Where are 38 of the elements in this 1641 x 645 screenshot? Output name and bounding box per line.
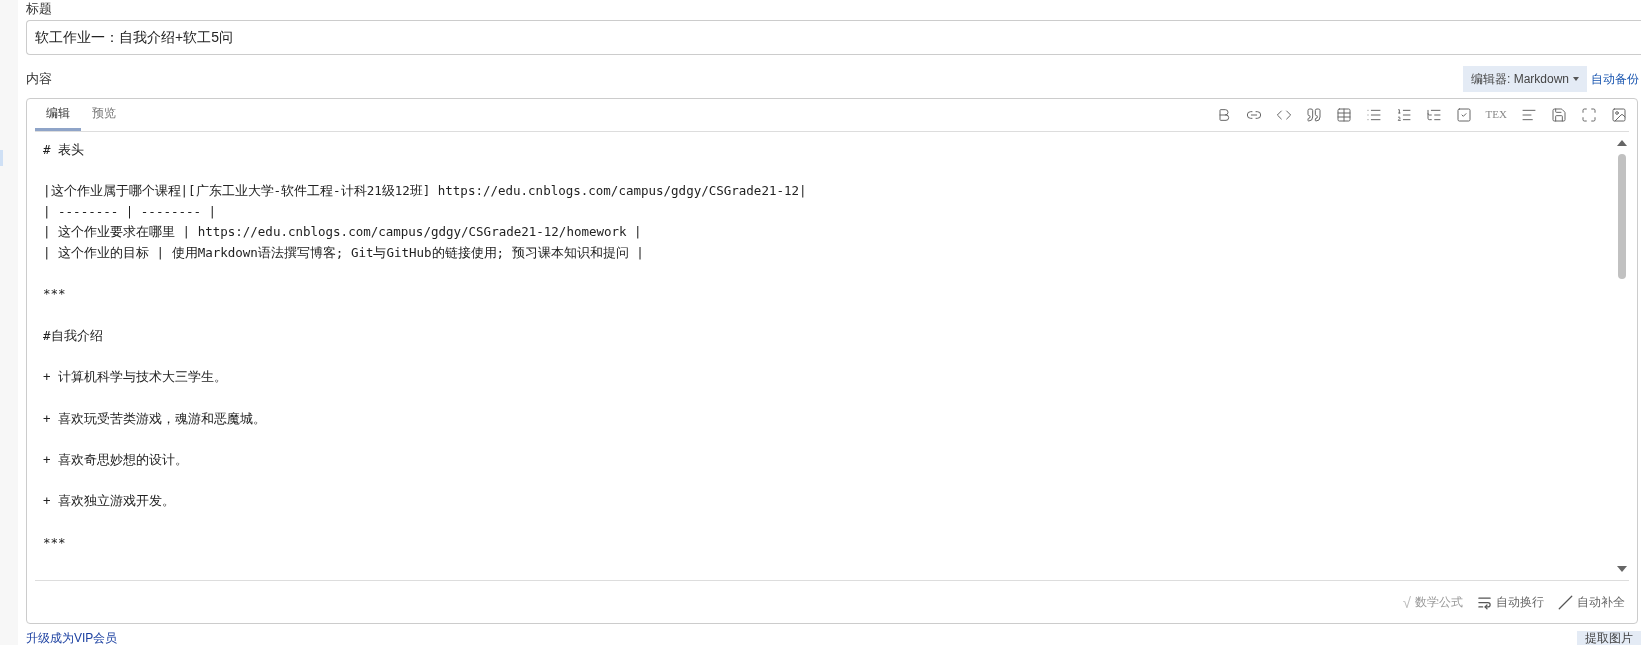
code-line: | -------- | -------- | bbox=[43, 202, 218, 221]
tex-button[interactable]: TEX bbox=[1485, 106, 1507, 123]
code-line: | 这个作业的目标 | 使用Markdown语法撰写博客; Git与GitHub的链接使用; 预习课本知识和提问 | bbox=[43, 244, 645, 263]
editor-tab[interactable]: 预览 bbox=[81, 98, 127, 131]
editor-option-toggle[interactable]: 自动补全 bbox=[1558, 593, 1625, 611]
square-root-icon: √ bbox=[1402, 594, 1411, 610]
code-line: *** bbox=[43, 285, 67, 304]
editor-option-toggle[interactable]: 自动换行 bbox=[1477, 593, 1544, 611]
code-line: + 喜欢独立游戏开发。 bbox=[43, 492, 177, 511]
checkbox-icon[interactable] bbox=[1455, 106, 1472, 123]
scroll-up-icon[interactable] bbox=[1617, 139, 1627, 146]
scrollbar-thumb[interactable] bbox=[1618, 153, 1626, 279]
code-line: |这个作业属于哪个课程|[广东工业大学-软件工程-计科21级12班] https://edu.cnblogs.com/campus/gdgy/CSGrade21-12| bbox=[43, 182, 808, 200]
crossed-out-icon bbox=[1558, 594, 1573, 610]
editor-dropdown[interactable]: 编辑器: Markdown bbox=[1462, 66, 1587, 93]
image-icon[interactable] bbox=[1611, 106, 1627, 123]
caret-icon bbox=[1573, 77, 1579, 82]
table-icon[interactable] bbox=[1335, 106, 1352, 123]
code-line: #自我介绍 bbox=[43, 326, 104, 345]
code-line: # 表头 bbox=[43, 140, 86, 159]
title-field[interactable]: 软工作业一：自我介绍+软工5问 bbox=[26, 20, 1641, 55]
wrap-icon bbox=[1477, 594, 1492, 610]
code-line: + 计算机科学与技术大三学生。 bbox=[43, 368, 229, 387]
autosave-link[interactable]: 自动备份 bbox=[1591, 70, 1639, 89]
editor-tab[interactable]: 编辑 bbox=[35, 98, 81, 131]
vip-link[interactable]: 升级成为VIP会员 bbox=[26, 631, 118, 645]
code-line: | 这个作业要求在哪里 | https://edu.cnblogs.com/campus/gdgy/CSGrade21-12/homework | bbox=[43, 223, 643, 242]
title-label: 标题 bbox=[26, 1, 53, 17]
fullscreen-icon[interactable] bbox=[1581, 106, 1597, 123]
code-line: *** bbox=[43, 533, 67, 552]
save-icon[interactable] bbox=[1551, 106, 1567, 123]
extract-images-button[interactable]: 提取图片 bbox=[1577, 631, 1641, 645]
numbered-list-icon[interactable] bbox=[1395, 106, 1412, 123]
quote-icon[interactable] bbox=[1305, 106, 1322, 123]
code-line: + 喜欢奇思妙想的设计。 bbox=[43, 451, 190, 470]
content-label: 内容 bbox=[26, 70, 52, 89]
code-line: + 喜欢玩受苦类游戏，魂游和恶魔城。 bbox=[43, 409, 268, 428]
scroll-down-icon[interactable] bbox=[1617, 566, 1627, 572]
